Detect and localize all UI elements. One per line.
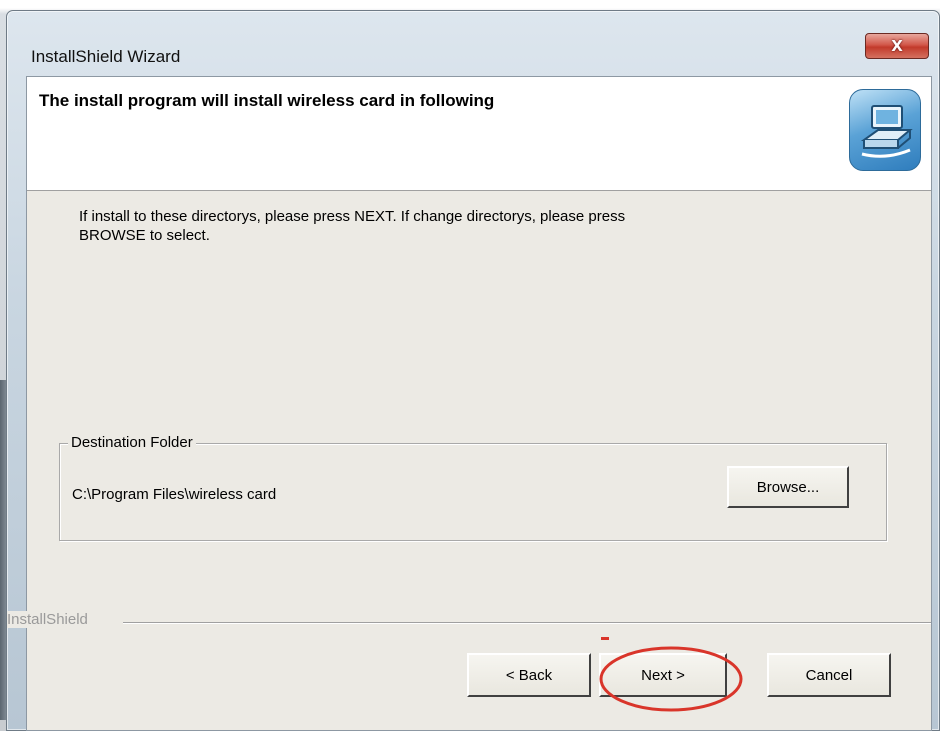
wizard-header: The install program will install wireles… xyxy=(27,77,931,191)
computer-setup-icon xyxy=(849,89,921,171)
header-title: The install program will install wireles… xyxy=(39,91,495,110)
installshield-brand-label: InstallShield xyxy=(7,611,94,628)
red-annotation-mark xyxy=(601,637,609,640)
wizard-client-area: The install program will install wireles… xyxy=(7,76,932,731)
destination-path: C:\Program Files\wireless card xyxy=(72,486,277,503)
window-title: InstallShield Wizard xyxy=(31,47,181,66)
instruction-line-1: If install to these directorys, please p… xyxy=(79,208,626,225)
browse-button[interactable]: Browse... xyxy=(727,466,849,508)
close-button[interactable]: X xyxy=(865,33,929,59)
cancel-button[interactable]: Cancel xyxy=(767,653,891,697)
footer-separator xyxy=(123,622,931,624)
instruction-line-2: BROWSE to select. xyxy=(79,227,210,244)
back-button[interactable]: < Back xyxy=(467,653,591,697)
instruction-text: If install to these directorys, please p… xyxy=(79,207,839,245)
red-annotation-circle xyxy=(599,646,743,712)
destination-folder-legend: Destination Folder xyxy=(68,434,196,451)
